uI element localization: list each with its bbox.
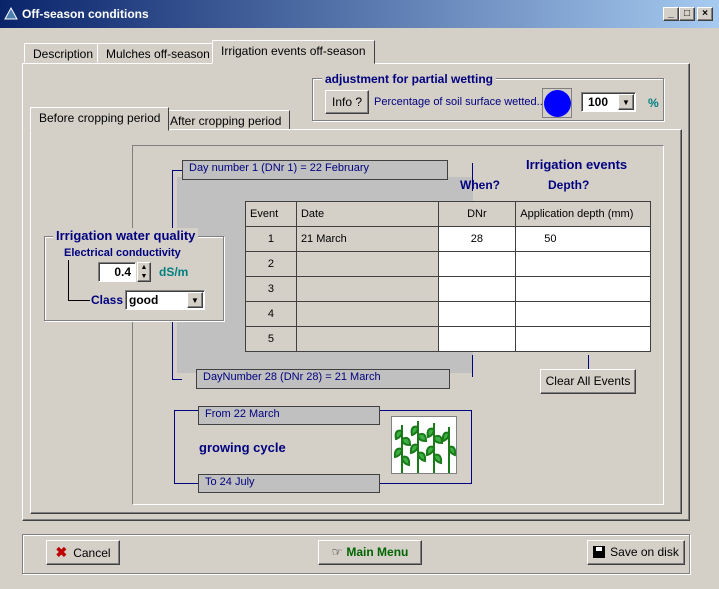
- ec-value: 0.4: [114, 265, 131, 279]
- ec-unit: dS/m: [159, 265, 189, 279]
- depth-cell[interactable]: 50: [515, 226, 651, 252]
- table-row[interactable]: 1 21 March 28 50: [245, 226, 651, 252]
- dayend-label: DayNumber 28 (DNr 28) = 21 March: [196, 369, 450, 389]
- floppy-disk-icon: [593, 546, 606, 558]
- depth-cell[interactable]: [515, 276, 651, 302]
- depth-cell[interactable]: [515, 326, 651, 352]
- chevron-down-icon[interactable]: ▼: [187, 292, 203, 308]
- day1-label: Day number 1 (DNr 1) = 22 February: [182, 160, 448, 180]
- close-icon: ✖: [55, 544, 68, 560]
- minimize-button[interactable]: _: [663, 7, 679, 21]
- connector-line: [172, 379, 182, 380]
- date-cell: [295, 326, 439, 352]
- connector-line: [68, 260, 69, 300]
- event-cell: 5: [245, 326, 297, 352]
- ec-input[interactable]: 0.4: [98, 262, 136, 282]
- ec-stepper[interactable]: ▲ ▼: [137, 262, 151, 282]
- maximize-button[interactable]: □: [679, 7, 695, 21]
- column-header: Event: [245, 201, 297, 227]
- info-button[interactable]: Info ?: [325, 90, 369, 114]
- dnr-cell[interactable]: 28: [437, 226, 517, 252]
- percent-unit: %: [648, 96, 659, 110]
- depth-cell[interactable]: [515, 301, 651, 327]
- wetted-circle-icon: [542, 88, 572, 118]
- clear-all-events-button[interactable]: Clear All Events: [540, 369, 636, 394]
- date-cell: [295, 276, 439, 302]
- dnr-cell[interactable]: [437, 301, 517, 327]
- table-row[interactable]: 5: [245, 326, 651, 352]
- save-on-disk-button[interactable]: Save on disk: [587, 540, 685, 565]
- table-row[interactable]: 2: [245, 251, 651, 277]
- depth-label: Depth?: [548, 178, 590, 192]
- cancel-button[interactable]: ✖ Cancel: [46, 540, 120, 565]
- date-cell: [295, 301, 439, 327]
- table-row[interactable]: 4: [245, 301, 651, 327]
- class-label: Class: [91, 293, 124, 307]
- table-row[interactable]: 3: [245, 276, 651, 302]
- event-cell: 2: [245, 251, 297, 277]
- tab-after-cropping[interactable]: After cropping period: [161, 110, 291, 130]
- growing-cycle-title: growing cycle: [199, 440, 286, 455]
- wetted-percent-select[interactable]: 100 ▼: [581, 92, 636, 112]
- app-icon: [4, 6, 18, 20]
- connector-line: [472, 355, 473, 377]
- connector-line: [68, 300, 90, 301]
- dnr-cell[interactable]: [437, 251, 517, 277]
- chevron-down-icon[interactable]: ▼: [618, 94, 634, 110]
- wetted-percent-value: 100: [588, 95, 609, 109]
- irrigation-events-heading: Irrigation events: [526, 157, 628, 172]
- dnr-cell[interactable]: [437, 276, 517, 302]
- class-value: good: [129, 293, 159, 307]
- crop-icon: [391, 416, 457, 474]
- partial-wetting-title: adjustment for partial wetting: [322, 72, 497, 86]
- connector-line: [172, 170, 182, 171]
- tab-before-cropping[interactable]: Before cropping period: [30, 107, 170, 131]
- class-select[interactable]: good ▼: [125, 290, 205, 310]
- event-cell: 1: [245, 226, 297, 252]
- water-quality-title: Irrigation water quality: [53, 228, 199, 243]
- depth-cell[interactable]: [515, 251, 651, 277]
- tab-description[interactable]: Description: [24, 43, 103, 63]
- table-header-row: Event Date DNr Application depth (mm): [245, 201, 651, 227]
- wetted-label: Percentage of soil surface wetted...: [374, 96, 546, 108]
- column-header: DNr: [437, 201, 517, 227]
- ec-label: Electrical conductivity: [64, 247, 181, 259]
- when-label: When?: [460, 178, 500, 192]
- title-bar: Off-season conditions _ □ ×: [0, 0, 719, 28]
- window-title: Off-season conditions: [22, 7, 149, 21]
- irrigation-table: Event Date DNr Application depth (mm) 1 …: [245, 201, 651, 352]
- connector-line: [588, 355, 589, 369]
- event-cell: 3: [245, 276, 297, 302]
- cycle-to-label: To 24 July: [198, 474, 380, 493]
- date-cell: 21 March: [295, 226, 439, 252]
- tab-irrigation-events[interactable]: Irrigation events off-season: [212, 40, 375, 64]
- main-menu-button[interactable]: ☞ Main Menu: [318, 540, 422, 565]
- column-header: Date: [295, 201, 439, 227]
- date-cell: [295, 251, 439, 277]
- close-button[interactable]: ×: [697, 7, 713, 21]
- tab-mulches[interactable]: Mulches off-season: [97, 43, 219, 63]
- column-header: Application depth (mm): [515, 201, 651, 227]
- cycle-from-label: From 22 March: [198, 406, 380, 425]
- dnr-cell[interactable]: [437, 326, 517, 352]
- event-cell: 4: [245, 301, 297, 327]
- hand-pointer-icon: ☞: [331, 545, 343, 559]
